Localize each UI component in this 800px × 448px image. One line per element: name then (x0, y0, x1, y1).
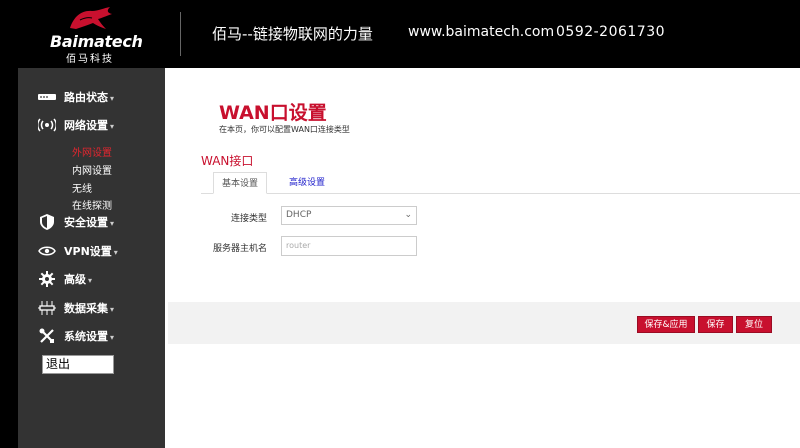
eye-icon (38, 243, 56, 259)
page-title: WAN口设置 (219, 102, 327, 124)
header: Baimatech 佰马科技 佰马--链接物联网的力量 www.baimatec… (0, 0, 800, 68)
phone-number: 0592-2061730 (556, 24, 666, 40)
shield-icon (38, 214, 56, 230)
caret-down-icon: ▾ (113, 248, 118, 257)
tab-advanced-settings[interactable]: 高级设置 (279, 172, 335, 194)
slogan: 佰马--链接物联网的力量 (212, 25, 373, 43)
sidebar-item-label: 路由状态 (64, 91, 108, 104)
wireless-signal-icon (38, 117, 56, 133)
sidebar-item-data-collection[interactable]: 数据采集 ▾ (18, 297, 165, 319)
tools-icon (38, 328, 56, 344)
chevron-down-icon: ⌄ (404, 210, 412, 220)
sidebar-item-label: 系统设置 (64, 330, 108, 343)
sidebar-item-advanced[interactable]: 高级 ▾ (18, 268, 165, 290)
hostname-label: 服务器主机名 (212, 244, 267, 254)
caret-down-icon: ▾ (88, 276, 93, 285)
sidebar-item-label: 网络设置 (64, 119, 108, 132)
header-divider (180, 12, 181, 56)
save-apply-button[interactable]: 保存&应用 (637, 316, 695, 333)
sidebar-item-label: 安全设置 (64, 216, 108, 229)
brand-name-cn: 佰马科技 (66, 54, 114, 65)
tab-basic-settings[interactable]: 基本设置 (213, 172, 267, 194)
gear-icon (38, 271, 56, 287)
sidebar-subitem-wireless[interactable]: 无线 (72, 180, 92, 195)
caret-down-icon: ▾ (110, 333, 115, 342)
sidebar-item-router-status[interactable]: 路由状态 ▾ (18, 86, 165, 108)
sidebar-subitem-lan[interactable]: 内网设置 (72, 162, 112, 177)
section-title: WAN接口 (201, 154, 254, 168)
sidebar-subitem-wan[interactable]: 外网设置 (72, 144, 112, 159)
hostname-input[interactable]: router (281, 236, 417, 256)
sidebar-item-system-settings[interactable]: 系统设置 ▾ (18, 325, 165, 347)
reset-button[interactable]: 复位 (736, 316, 772, 333)
save-button[interactable]: 保存 (698, 316, 733, 333)
caret-down-icon: ▾ (110, 219, 115, 228)
main-panel: WAN口设置 在本页，你可以配置WAN口连接类型 WAN接口 基本设置 高级设置… (165, 68, 800, 448)
router-icon (38, 89, 56, 105)
sidebar-item-vpn[interactable]: VPN设置 ▾ (18, 240, 165, 262)
connection-type-value: DHCP (286, 210, 312, 220)
network-hub-icon (38, 300, 56, 316)
sidebar-item-security[interactable]: 安全设置 ▾ (18, 211, 165, 233)
horse-logo-icon (70, 7, 112, 29)
sidebar-subitem-online-detect[interactable]: 在线探测 (72, 197, 112, 212)
logo: Baimatech 佰马科技 (44, 4, 144, 65)
caret-down-icon: ▾ (110, 305, 115, 314)
sidebar: 路由状态 ▾ 网络设置 ▾ 外网设置 内网设置 无线 在线探测 安全设置 ▾ VPN设… (18, 68, 165, 448)
connection-type-label: 连接类型 (230, 214, 267, 224)
sidebar-item-label: 高级 (64, 273, 86, 286)
caret-down-icon: ▾ (110, 94, 115, 103)
brand-name: Baimatech (50, 32, 143, 51)
sidebar-item-label: VPN设置 (64, 245, 112, 258)
sidebar-item-label: 数据采集 (64, 302, 108, 315)
caret-down-icon: ▾ (110, 122, 115, 131)
connection-type-select[interactable]: DHCP ⌄ (281, 206, 417, 225)
website: www.baimatech.com (408, 24, 555, 40)
sidebar-item-network-settings[interactable]: 网络设置 ▾ (18, 114, 165, 136)
page-description: 在本页，你可以配置WAN口连接类型 (219, 125, 350, 134)
logout-button[interactable]: 退出 (42, 355, 114, 374)
